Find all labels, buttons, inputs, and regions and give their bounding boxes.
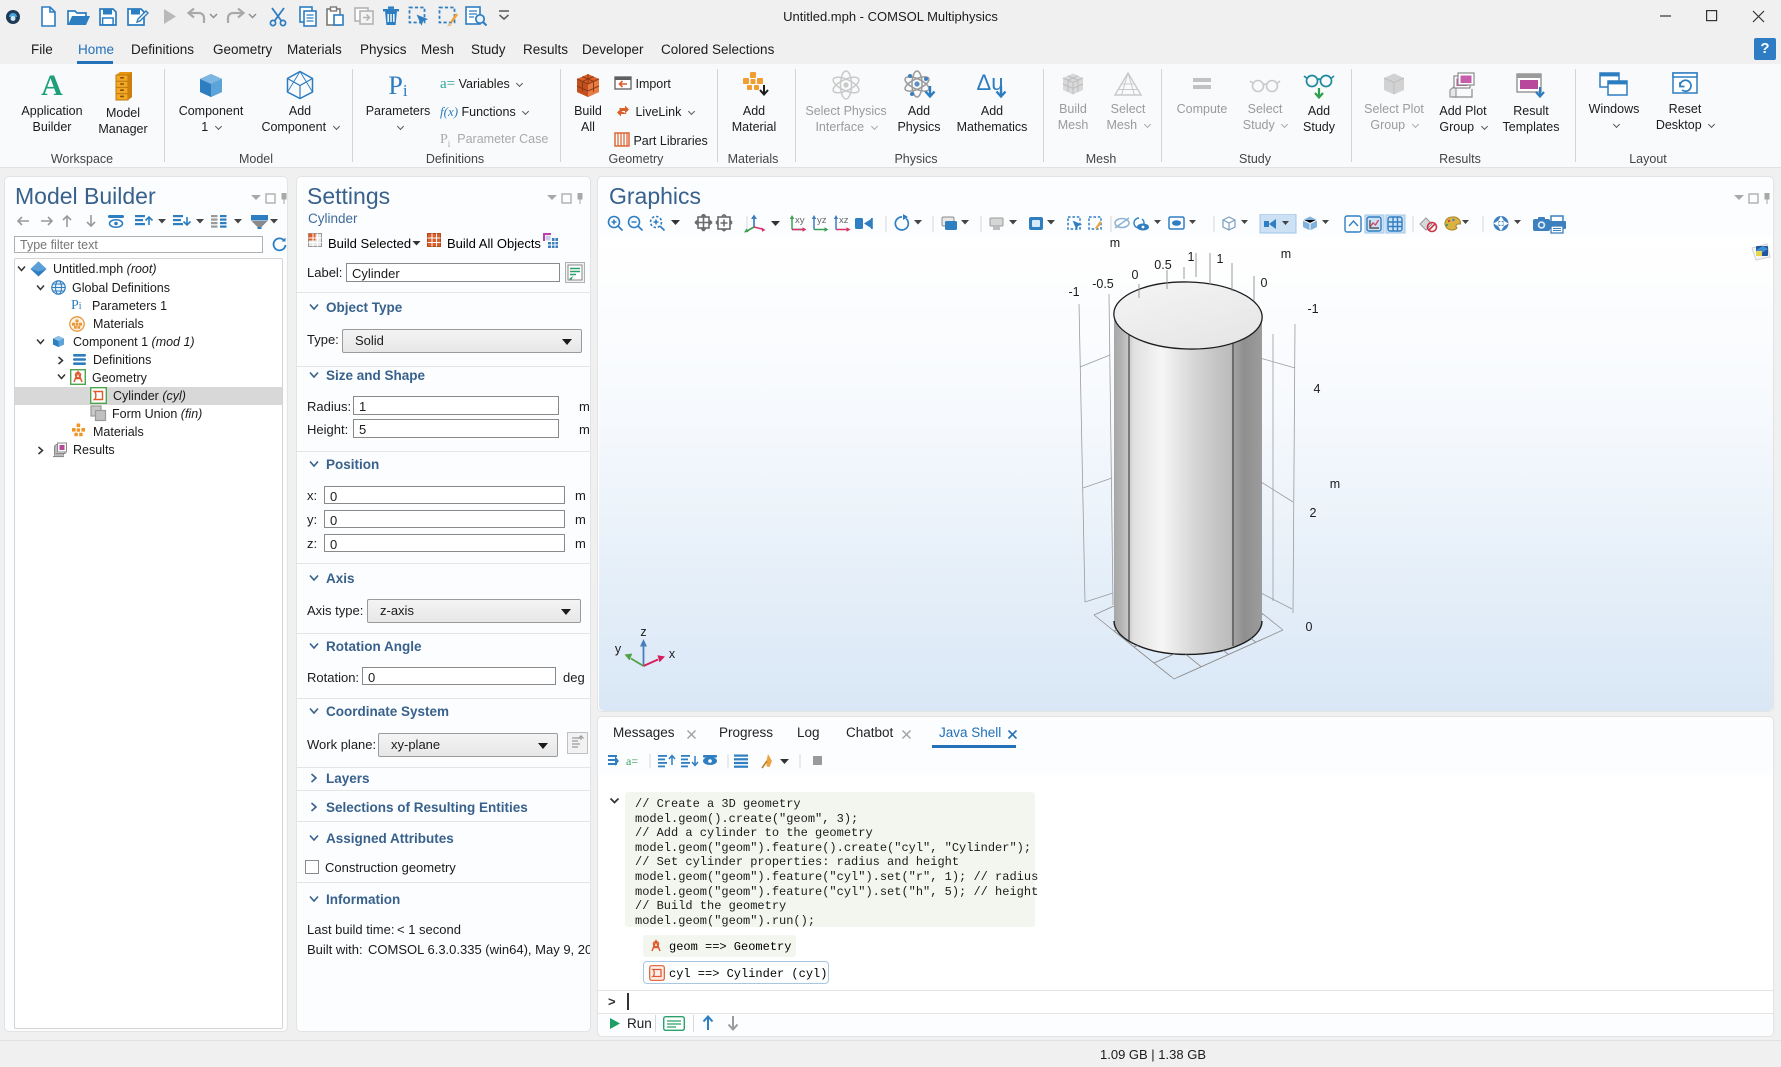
- svg-text:0: 0: [1261, 276, 1268, 290]
- svg-text:-0.5: -0.5: [1092, 277, 1114, 291]
- svg-text:1: 1: [1188, 250, 1195, 264]
- svg-text:yz: yz: [817, 215, 827, 226]
- svg-text:y: y: [615, 642, 622, 656]
- svg-text:m: m: [1110, 237, 1120, 250]
- svg-text:1: 1: [1217, 252, 1224, 266]
- svg-text:x: x: [669, 647, 676, 661]
- svg-text:0: 0: [1132, 268, 1139, 282]
- svg-text:0: 0: [1306, 620, 1313, 634]
- svg-text:Pi: Pi: [388, 71, 407, 100]
- svg-text:xy: xy: [795, 215, 805, 226]
- svg-text:m: m: [1281, 247, 1291, 261]
- svg-text:z: z: [640, 625, 646, 639]
- svg-text:-1: -1: [1068, 285, 1079, 299]
- svg-text:4: 4: [1314, 382, 1321, 396]
- svg-text:Δu: Δu: [977, 70, 1004, 95]
- svg-text:0.5: 0.5: [1154, 258, 1171, 272]
- svg-text:2: 2: [1310, 506, 1317, 520]
- svg-text:m: m: [1330, 477, 1340, 491]
- svg-text:-1: -1: [1307, 302, 1318, 316]
- svg-text:a=: a=: [626, 754, 638, 768]
- svg-text:xz: xz: [839, 215, 849, 226]
- svg-text:A: A: [41, 70, 63, 100]
